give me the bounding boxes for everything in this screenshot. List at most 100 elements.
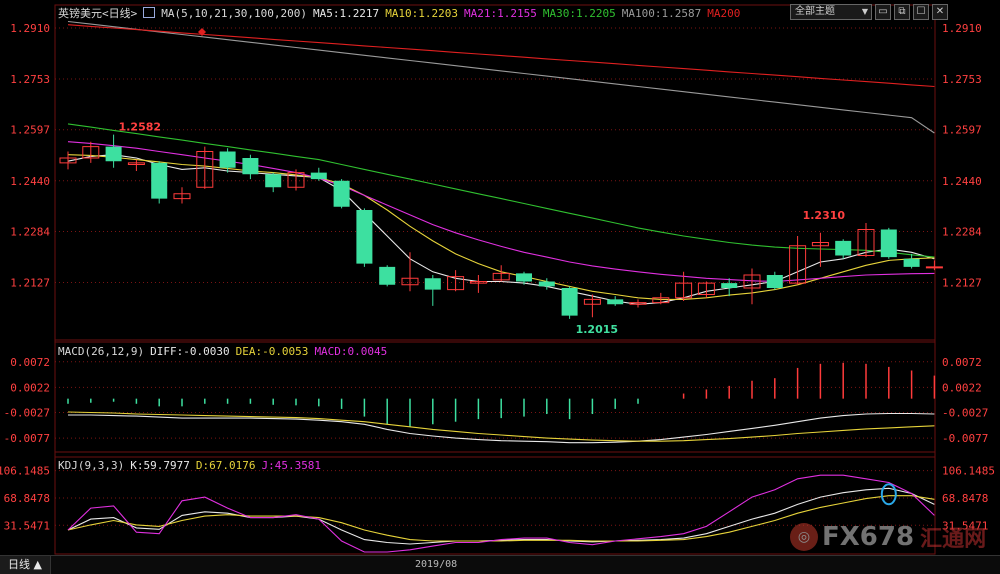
kdj-tick-label-left: 31.5471: [4, 519, 50, 532]
candle: [105, 134, 122, 168]
candle: [561, 286, 578, 319]
candle: [173, 187, 191, 204]
candle-body: [105, 146, 122, 162]
candle: [127, 159, 145, 171]
ma-line-ma200: [67, 24, 935, 88]
fx678-watermark: ◎ FX678 汇通网: [790, 520, 986, 554]
candle-body: [151, 162, 168, 199]
candle-body: [607, 299, 624, 305]
ma30-value: MA30:1.2205: [542, 7, 616, 20]
kdj-d-value: D:67.0176: [195, 459, 256, 472]
candlesticks: [59, 134, 943, 319]
grid-lines: [55, 27, 935, 526]
price-tick-label-right: 1.2284: [942, 225, 982, 238]
kdj-panel-header: KDJ(9,3,3) K:59.7977 D:67.0176 J:45.3581: [58, 459, 327, 472]
ma10-value: MA10:1.2203: [385, 7, 459, 20]
ma21-value: MA21:1.2155: [464, 7, 537, 20]
price-tick-label-left: 1.2597: [10, 124, 50, 137]
candle: [379, 265, 396, 287]
price-annotation: 1.2015: [576, 323, 618, 336]
price-tick-label-left: 1.2753: [10, 73, 50, 86]
ma100-value: MA100:1.2587: [621, 7, 702, 20]
toolbar: 全部主题 ▼ ▭ ⧉ ☐ ✕: [790, 4, 948, 20]
candle: [356, 208, 373, 267]
watermark-text: FX678: [822, 522, 915, 552]
candle: [583, 294, 601, 318]
price-tick-label-right: 1.2753: [942, 73, 982, 86]
candle-body: [538, 281, 555, 287]
macd-tick-label-left: -0.0077: [4, 432, 50, 445]
ma200-value: MA200: [707, 7, 741, 20]
macd-panel-header: MACD(26,12,9) DIFF:-0.0030 DEA:-0.0053 MACD…: [58, 345, 393, 358]
candle: [424, 275, 441, 306]
price-annotation: 1.2582: [119, 121, 161, 134]
kdj-tick-label-right: 106.1485: [942, 465, 995, 478]
candle: [447, 270, 465, 292]
candle: [310, 167, 327, 181]
candle-body: [242, 158, 259, 175]
axis-labels: 1.2910 1.2910 1.2753 1.2753 1.2597 1.2597 1.24…: [0, 22, 995, 532]
x-axis-date-label: 2019/08: [415, 559, 458, 570]
maximize-icon[interactable]: ☐: [913, 4, 929, 20]
restore-icon[interactable]: ⧉: [894, 4, 910, 20]
candle: [492, 265, 510, 282]
macd-tick-label-left: 0.0072: [10, 356, 50, 369]
minimize-icon[interactable]: ▭: [875, 4, 891, 20]
candle-body: [219, 151, 236, 168]
ma-params: MA(5,10,21,30,100,200): [161, 7, 307, 20]
candle: [697, 281, 715, 298]
candle-body: [424, 278, 441, 290]
macd-dea-value: DEA:-0.0053: [235, 345, 309, 358]
price-annotation: 1.2310: [803, 209, 846, 222]
macd-title: MACD(26,12,9): [58, 345, 145, 358]
theme-select[interactable]: 全部主题 ▼: [790, 4, 872, 20]
candle: [880, 227, 897, 259]
candle-body: [516, 273, 532, 282]
candle-body: [379, 266, 396, 285]
candle: [903, 253, 920, 269]
candle-body: [880, 229, 897, 258]
ma-line-ma30: [67, 123, 935, 258]
close-icon[interactable]: ✕: [932, 4, 948, 20]
candle-body: [925, 266, 943, 269]
ma-line-ma5: [67, 154, 935, 305]
candle: [766, 271, 783, 290]
candle: [607, 296, 624, 306]
candle: [287, 169, 305, 191]
macd-tick-label-right: 0.0022: [942, 381, 982, 394]
price-tick-label-right: 1.2440: [942, 175, 982, 188]
kdj-tick-label-left: 68.8478: [4, 492, 50, 505]
candle: [401, 252, 419, 292]
price-tick-label-right: 1.2127: [942, 276, 982, 289]
candle: [82, 141, 100, 163]
macd-tick-label-right: 0.0072: [942, 356, 982, 369]
candle-body: [766, 275, 783, 288]
price-tick-label-left: 1.2284: [10, 225, 50, 238]
forex-chart[interactable]: 1.25821.23101.2015 1.2910 1.29101.2753 1.2…: [0, 0, 1000, 573]
candle: [835, 239, 852, 259]
macd-tick-label-right: -0.0027: [942, 406, 988, 419]
price-tick-label-left: 1.2127: [10, 276, 50, 289]
period-tab-daily[interactable]: 日线 ▲: [0, 556, 51, 574]
bottom-bar: 日线 ▲ 2019/08: [0, 555, 1000, 574]
kdj-tick-label-right: 68.8478: [942, 492, 988, 505]
moving-average-lines: [67, 20, 935, 305]
macd-diff-value: DIFF:-0.0030: [150, 345, 230, 358]
kdj-k-value: K:59.7977: [130, 459, 190, 472]
chevron-down-icon: ▼: [861, 7, 868, 16]
ma5-value: MA5:1.2217: [312, 7, 380, 20]
macd-macd-value: MACD:0.0045: [314, 345, 388, 358]
candle-body: [835, 240, 852, 256]
price-tick-label-right: 1.2597: [942, 124, 982, 137]
kdj-cross-circle-icon: [880, 483, 897, 506]
kdj-j-value: J:45.3581: [261, 459, 322, 472]
kdj-title: KDJ(9,3,3): [58, 459, 125, 472]
ma-settings-icon[interactable]: [143, 7, 156, 18]
candle-body: [333, 180, 350, 207]
kdj-cross-highlight: [880, 483, 897, 506]
candle-body: [721, 283, 738, 288]
theme-select-label: 全部主题: [795, 6, 835, 17]
price-tick-label-left: 1.2910: [10, 22, 50, 35]
candle: [469, 275, 487, 293]
macd-tick-label-left: 0.0022: [10, 381, 50, 394]
